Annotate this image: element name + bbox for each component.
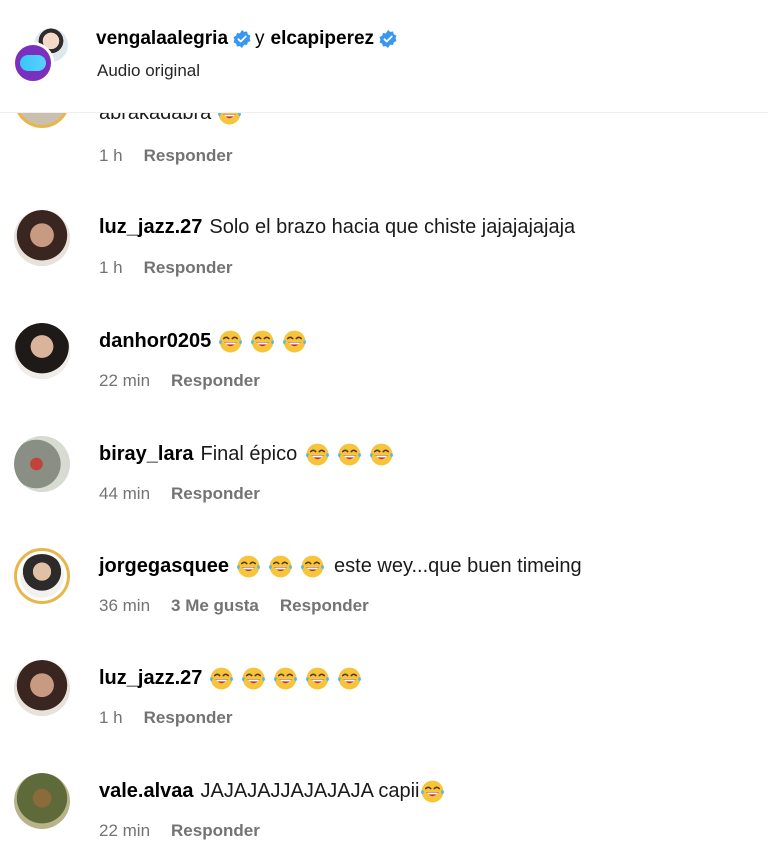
reply-button[interactable]: Responder (144, 146, 233, 166)
username-link[interactable]: vengalaalegria (96, 28, 228, 50)
comment-meta: 1 h Responder (99, 708, 232, 728)
face-with-tears-of-joy-icon (370, 443, 394, 466)
verified-badge-icon (379, 30, 397, 48)
comment-text: Final épico (200, 443, 298, 465)
avatar[interactable] (14, 548, 70, 604)
comment-text-line: luz_jazz.27 Solo el brazo hacia que chis… (99, 216, 575, 239)
comment-username[interactable]: luz_jazz.27 (99, 216, 202, 239)
emoji-group (218, 329, 314, 354)
face-with-tears-of-joy-icon (338, 667, 362, 690)
avatar-vengalaalegria[interactable] (12, 42, 54, 84)
comment-text: Solo el brazo hacia que chiste jajajajaj… (209, 216, 576, 238)
audio-link[interactable]: Audio original (97, 61, 200, 81)
comment-username[interactable]: biray_lara (99, 443, 194, 466)
face-with-tears-of-joy-icon (301, 555, 324, 578)
comment-time: 1 h (99, 146, 123, 165)
reply-button[interactable]: Responder (171, 371, 260, 391)
avatar[interactable] (14, 210, 70, 266)
comment-meta: 22 min Responder (99, 821, 260, 841)
face-with-tears-of-joy-icon (269, 555, 292, 578)
comment-meta: 44 min Responder (99, 484, 260, 504)
avatar[interactable] (14, 773, 70, 829)
reel-header: vengalaalegria y elcapiperez Audio origi… (0, 0, 768, 113)
reply-button[interactable]: Responder (144, 708, 233, 728)
face-with-tears-of-joy-icon (420, 780, 444, 803)
comment-meta: 1 h Responder (99, 146, 232, 166)
face-with-tears-of-joy-icon (283, 330, 307, 353)
comment-username[interactable]: vale.alvaa (99, 780, 194, 803)
comment-meta: 22 min Responder (99, 371, 260, 391)
face-with-tears-of-joy-icon (251, 330, 275, 353)
face-with-tears-of-joy-icon (306, 667, 330, 690)
emoji-group (420, 779, 452, 804)
emoji-group (305, 442, 401, 467)
comment-time: 22 min (99, 371, 151, 390)
avatar[interactable] (14, 323, 70, 379)
comment-meta: 1 h Responder (99, 258, 232, 278)
reply-button[interactable]: Responder (280, 596, 369, 616)
reply-button[interactable]: Responder (171, 821, 260, 841)
emoji-group (209, 666, 369, 691)
brand-logo (20, 55, 46, 71)
comment-time: 1 h (99, 258, 123, 277)
reply-button[interactable]: Responder (144, 258, 233, 278)
comment-time: 44 min (99, 484, 151, 503)
comment-text-line: biray_lara Final épico (99, 442, 401, 467)
comment-text-line: danhor0205 (99, 329, 314, 354)
comment-username[interactable]: danhor0205 (99, 330, 211, 353)
separator-text: y (255, 28, 265, 49)
face-with-tears-of-joy-icon (274, 667, 298, 690)
avatar[interactable] (14, 660, 70, 716)
comment-text: JAJAJAJJAJAJAJA capii (200, 780, 420, 802)
collab-usernames: vengalaalegria y elcapiperez (96, 28, 397, 50)
face-with-tears-of-joy-icon (237, 555, 260, 578)
face-with-tears-of-joy-icon (338, 443, 362, 466)
face-with-tears-of-joy-icon (306, 443, 330, 466)
comment-text: este wey...que buen timeing (334, 555, 582, 577)
comment-text-line: luz_jazz.27 (99, 666, 369, 691)
avatar[interactable] (14, 436, 70, 492)
face-with-tears-of-joy-icon (242, 667, 266, 690)
reply-button[interactable]: Responder (171, 484, 260, 504)
emoji-group (236, 554, 332, 579)
comment-time: 36 min (99, 596, 151, 615)
verified-badge-icon (233, 30, 251, 48)
comment-time: 22 min (99, 821, 151, 840)
likes-count[interactable]: 3 Me gusta (171, 596, 259, 616)
comments-list: abrakadabra 1 h Responder luz_jazz.27 So… (0, 0, 768, 856)
comment-text-line: vale.alvaa JAJAJAJJAJAJAJA capii (99, 779, 452, 804)
comment-time: 1 h (99, 708, 123, 727)
face-with-tears-of-joy-icon (219, 330, 243, 353)
face-with-tears-of-joy-icon (210, 667, 234, 690)
username-link[interactable]: elcapiperez (271, 28, 375, 50)
comment-username[interactable]: luz_jazz.27 (99, 667, 202, 690)
comment-meta: 36 min 3 Me gusta Responder (99, 596, 369, 616)
comment-text-line: jorgegasquee este wey...que buen timeing (99, 554, 582, 579)
collab-avatars[interactable] (12, 26, 72, 86)
comment-username[interactable]: jorgegasquee (99, 555, 229, 578)
